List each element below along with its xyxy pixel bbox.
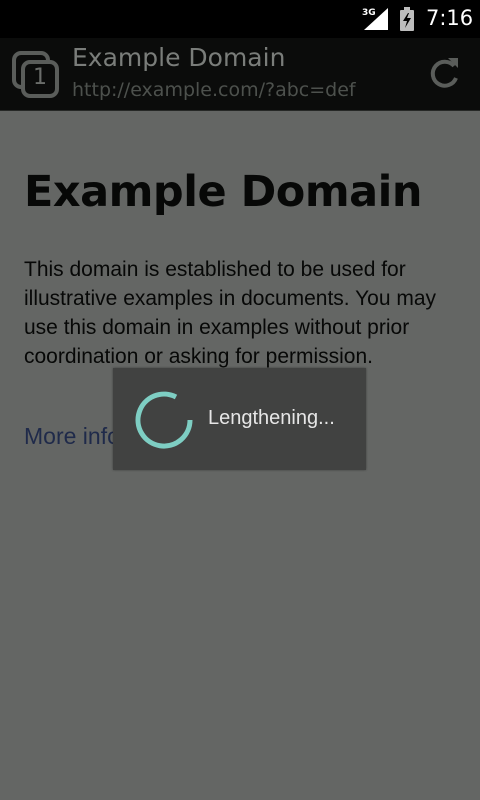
url-text[interactable]: http://example.com/?abc=def [72,79,356,101]
signal-icon [364,8,388,30]
clock: 7:16 [426,6,474,30]
page-body-text: This domain is established to be used fo… [24,258,437,368]
progress-dialog: Lengthening... [113,368,366,470]
reload-icon [430,58,458,88]
page-title[interactable]: Example Domain [72,43,285,72]
tabs-button[interactable]: 1 [11,50,61,100]
page-heading: Example Domain [24,167,423,217]
battery-charging-icon [400,7,414,31]
status-bar: 3G 7:16 [0,0,480,38]
reload-button[interactable] [424,54,464,94]
browser-toolbar: 1 Example Domain http://example.com/?abc… [0,38,480,111]
dialog-message: Lengthening... [208,407,335,429]
loading-spinner-icon [135,391,193,449]
tab-count: 1 [33,65,47,90]
